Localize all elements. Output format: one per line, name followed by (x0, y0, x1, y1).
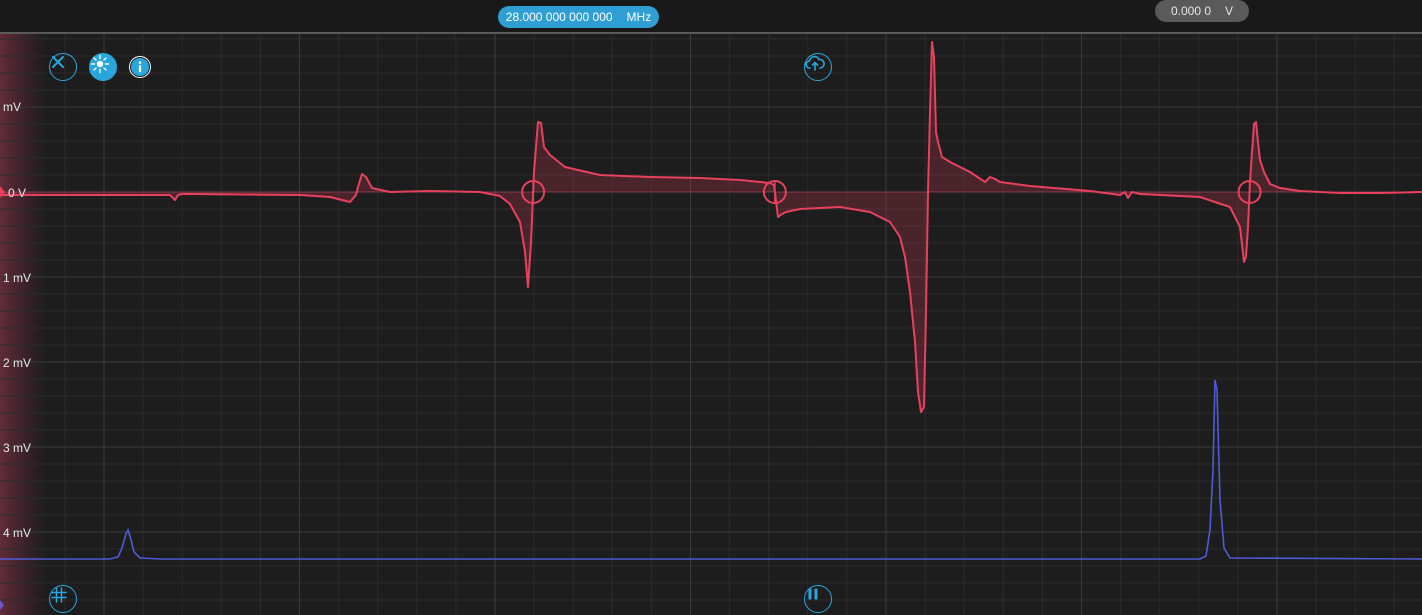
close-button[interactable] (49, 53, 77, 81)
y-label-1: 0 V (8, 186, 27, 200)
grid-toggle-button[interactable] (49, 585, 77, 613)
cloud-upload-icon (805, 55, 825, 71)
info-button[interactable] (129, 56, 151, 78)
voltage-unit: V (1225, 4, 1234, 18)
frequency-value: 28.000 000 000 000 (505, 10, 613, 24)
grid-icon (51, 587, 67, 603)
voltage-readout[interactable]: 0.000 0 V (1155, 0, 1249, 22)
brightness-icon (90, 54, 110, 74)
pause-button[interactable] (804, 585, 832, 613)
waveform-canvas[interactable] (0, 34, 1422, 615)
y-label-0: mV (3, 100, 21, 114)
y-label-5: 4 mV (3, 526, 32, 540)
minor-grid (0, 34, 1422, 615)
trace-primary-line[interactable] (0, 41, 1422, 413)
info-icon (131, 58, 149, 76)
major-grid (0, 34, 1422, 615)
y-label-3: 2 mV (3, 356, 32, 370)
frequency-readout[interactable]: 28.000 000 000 000 MHz (498, 6, 659, 28)
waveform-plot[interactable]: mV 0 V 1 mV 2 mV 3 mV 4 mV (0, 34, 1422, 615)
top-bar: 28.000 000 000 000 MHz 0.000 0 V (0, 0, 1422, 34)
brightness-button[interactable] (89, 53, 117, 81)
y-label-4: 3 mV (3, 441, 32, 455)
voltage-value: 0.000 0 (1170, 4, 1212, 18)
trace-primary-fill (0, 42, 1422, 412)
frequency-unit: MHz (626, 10, 652, 24)
close-icon (52, 56, 64, 68)
upload-button[interactable] (804, 53, 832, 81)
y-label-2: 1 mV (3, 271, 32, 285)
pause-icon (808, 588, 818, 600)
